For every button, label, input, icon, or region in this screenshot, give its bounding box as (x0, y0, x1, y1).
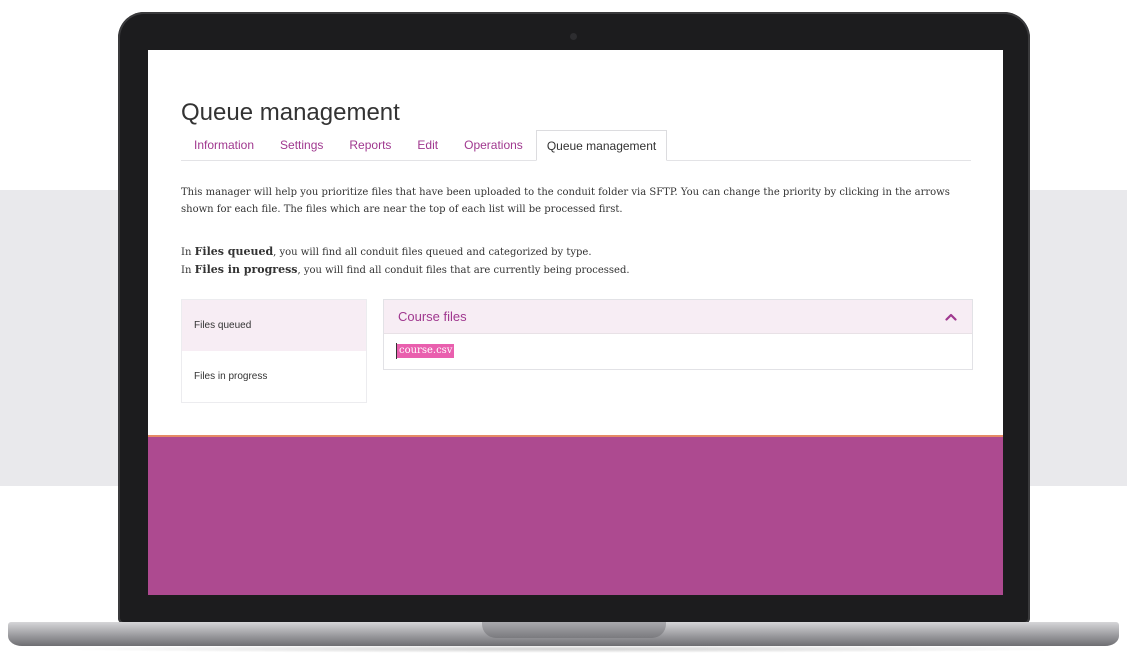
chevron-up-icon[interactable] (944, 310, 958, 324)
description-text-progress: , you will find all conduit files that a… (297, 265, 630, 276)
description-bold-progress: Files in progress (194, 263, 298, 276)
course-files-title: Course files (398, 309, 467, 324)
camera-icon (570, 33, 577, 40)
tab-information[interactable]: Information (181, 130, 267, 160)
course-files-panel: Course files course.csv (383, 299, 973, 370)
intro-text: This manager will help you prioritize fi… (181, 187, 950, 215)
laptop-shadow (40, 645, 1087, 653)
tab-edit[interactable]: Edit (404, 130, 451, 160)
sidebar-item-files-in-progress[interactable]: Files in progress (182, 351, 366, 402)
queue-sidebar: Files queued Files in progress (181, 299, 367, 403)
laptop-screen: Queue management Information Settings Re… (148, 50, 1003, 595)
file-item-course-csv[interactable]: course.csv (395, 343, 455, 359)
page-title: Queue management (181, 99, 400, 126)
footer-band (148, 435, 1003, 595)
description-line-queued: In Files queued, you will find all condu… (181, 243, 971, 261)
tab-queue-management[interactable]: Queue management (535, 130, 668, 161)
course-files-header[interactable]: Course files (384, 300, 972, 334)
description-bold-queued: Files queued (194, 245, 274, 258)
description-line-progress: In Files in progress, you will find all … (181, 261, 971, 279)
description-text-queued: , you will find all conduit files queued… (273, 247, 592, 258)
tab-settings[interactable]: Settings (267, 130, 336, 160)
description-prefix: In (181, 247, 195, 258)
description-prefix: In (181, 265, 195, 276)
sidebar-item-files-queued[interactable]: Files queued (182, 300, 366, 351)
tab-reports[interactable]: Reports (336, 130, 404, 160)
description: In Files queued, you will find all condu… (181, 243, 971, 279)
tab-bar: Information Settings Reports Edit Operat… (181, 130, 971, 161)
tab-operations[interactable]: Operations (451, 130, 536, 160)
laptop-notch (482, 622, 666, 638)
